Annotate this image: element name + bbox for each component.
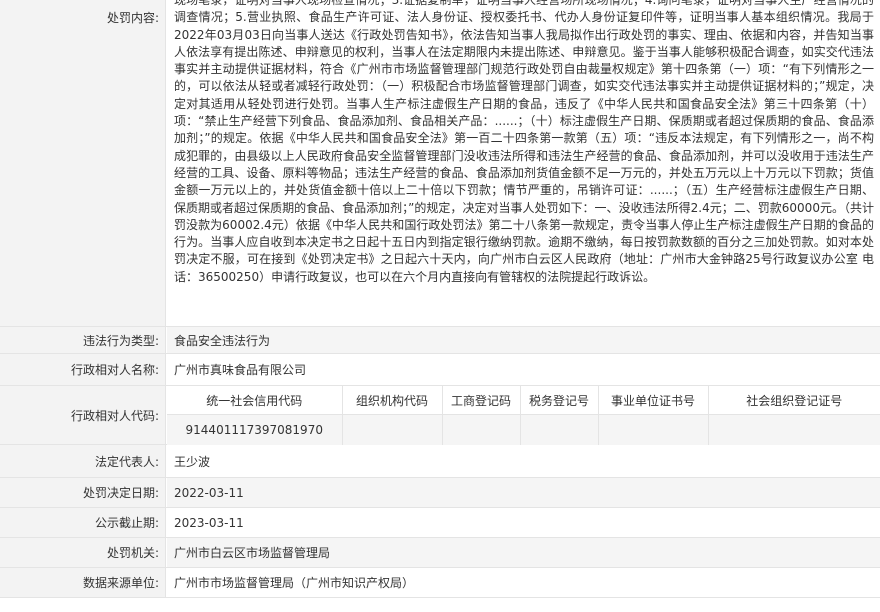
legal-rep-value: 王少波	[167, 445, 880, 477]
data-source-label: 数据来源单位:	[0, 568, 166, 597]
authority-value: 广州市白云区市场监督管理局	[167, 538, 880, 567]
penalty-content-cell: 现场笔录，证明对当事人现场检查情况；3.证据复制单，证明当事人经营场所现场情况；…	[167, 0, 880, 326]
legal-rep-label: 法定代表人:	[0, 445, 166, 477]
subject-code-label: 行政相对人代码:	[0, 386, 166, 444]
violation-type-value: 食品安全违法行为	[167, 327, 880, 353]
subject-code-table: 统一社会信用代码 组织机构代码 工商登记码 税务登记号 事业单位证书号 社会组织…	[167, 386, 880, 445]
decision-date-value: 2022-03-11	[167, 478, 880, 507]
subject-code-row: 行政相对人代码: 统一社会信用代码 组织机构代码 工商登记码 税务登记号 事业单…	[0, 386, 880, 445]
decision-date-row: 处罚决定日期: 2022-03-11	[0, 478, 880, 508]
code-value-institution	[598, 414, 709, 445]
code-header-business: 工商登记码	[442, 386, 521, 415]
penalty-content-label-text: 处罚内容:	[106, 11, 159, 25]
publicity-deadline-row: 公示截止期: 2023-03-11	[0, 508, 880, 538]
code-value-row: 914401117397081970	[167, 414, 880, 445]
decision-date-label: 处罚决定日期:	[0, 478, 166, 507]
violation-type-label: 违法行为类型:	[0, 327, 166, 353]
code-header-org: 组织机构代码	[342, 386, 443, 415]
code-value-business	[442, 414, 521, 445]
subject-name-row: 行政相对人名称: 广州市真味食品有限公司	[0, 354, 880, 386]
authority-label: 处罚机关:	[0, 538, 166, 567]
code-header-social-org: 社会组织登记证号	[708, 386, 880, 415]
publicity-deadline-value: 2023-03-11	[167, 508, 880, 537]
code-value-org	[342, 414, 443, 445]
code-value-credit: 914401117397081970	[167, 414, 343, 445]
authority-row: 处罚机关: 广州市白云区市场监督管理局	[0, 538, 880, 568]
subject-name-label: 行政相对人名称:	[0, 354, 166, 385]
data-source-row: 数据来源单位: 广州市市场监督管理局（广州市知识产权局）	[0, 568, 880, 598]
penalty-content-label: 处罚内容:	[0, 0, 166, 326]
code-header-tax: 税务登记号	[520, 386, 599, 415]
code-header-row: 统一社会信用代码 组织机构代码 工商登记码 税务登记号 事业单位证书号 社会组织…	[167, 386, 880, 415]
publicity-deadline-label: 公示截止期:	[0, 508, 166, 537]
penalty-content-row: 处罚内容: 现场笔录，证明对当事人现场检查情况；3.证据复制单，证明当事人经营场…	[0, 0, 880, 327]
penalty-content-text: 现场笔录，证明对当事人现场检查情况；3.证据复制单，证明当事人经营场所现场情况；…	[174, 0, 874, 284]
code-value-social-org	[708, 414, 880, 445]
code-header-credit: 统一社会信用代码	[167, 386, 343, 415]
code-header-institution: 事业单位证书号	[598, 386, 709, 415]
code-value-tax	[520, 414, 599, 445]
legal-rep-row: 法定代表人: 王少波	[0, 445, 880, 478]
data-source-value: 广州市市场监督管理局（广州市知识产权局）	[167, 568, 880, 597]
subject-name-value: 广州市真味食品有限公司	[167, 354, 880, 385]
violation-type-row: 违法行为类型: 食品安全违法行为	[0, 327, 880, 354]
